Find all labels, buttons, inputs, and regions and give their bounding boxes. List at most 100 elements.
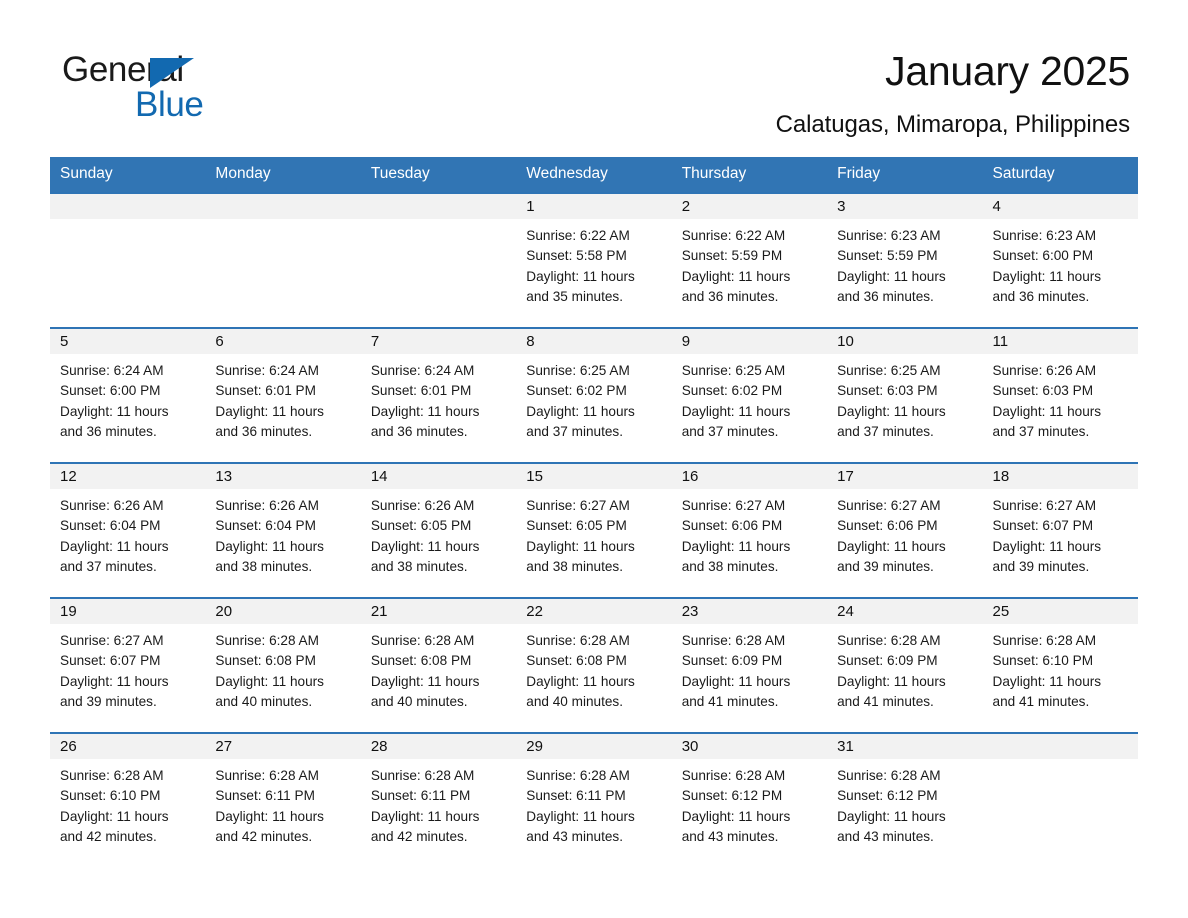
- day-details: Sunrise: 6:27 AM Sunset: 6:05 PM Daylight:…: [516, 489, 671, 577]
- daylight-text-line2: and 40 minutes.: [526, 693, 623, 709]
- sunrise-text: Sunrise: 6:25 AM: [681, 363, 786, 378]
- calendar-table: Sunday Monday Tuesday Wednesday Thursday Frid…: [50, 157, 1138, 868]
- daylight-text-line1: Daylight: 11 hours: [992, 403, 1102, 419]
- calendar-day-cell[interactable]: 27 Sunrise: 6:28 AM Sunset: 6:11 PM Dayligh…: [205, 732, 361, 868]
- calendar-day-cell[interactable]: 1 Sunrise: 6:22 AM Sunset: 5:58 PM Daylight…: [516, 192, 672, 328]
- daylight-text-line1: Daylight: 11 hours: [215, 538, 324, 554]
- daylight-text-line1: Daylight: 11 hours: [60, 538, 169, 554]
- calendar-day-cell[interactable]: 6 Sunrise: 6:24 AM Sunset: 6:01 PM Daylight…: [205, 327, 361, 463]
- sunrise-text: Sunrise: 6:26 AM: [60, 498, 164, 513]
- calendar-page: General Blue January 2025 Calatugas, Mim…: [0, 0, 1188, 918]
- weekday-header-tuesday: Tuesday: [360, 157, 517, 193]
- day-details: Sunrise: 6:28 AM Sunset: 6:10 PM Daylight:…: [983, 624, 1138, 712]
- calendar-day-cell[interactable]: 31 Sunrise: 6:28 AM Sunset: 6:12 PM Dayligh…: [827, 732, 983, 868]
- page-header: General Blue January 2025 Calatugas, Mim…: [0, 0, 1188, 140]
- general-blue-logo[interactable]: General Blue: [58, 44, 288, 122]
- day-number: 30: [671, 734, 828, 759]
- calendar-day-cell[interactable]: 11 Sunrise: 6:26 AM Sunset: 6:03 PM Dayligh…: [982, 327, 1138, 463]
- calendar-day-cell[interactable]: 15 Sunrise: 6:27 AM Sunset: 6:05 PM Dayligh…: [516, 462, 672, 598]
- calendar-day-cell[interactable]: 18 Sunrise: 6:27 AM Sunset: 6:07 PM Dayligh…: [982, 462, 1138, 598]
- day-details: Sunrise: 6:27 AM Sunset: 6:06 PM Daylight:…: [672, 489, 827, 577]
- sunrise-text: Sunrise: 6:27 AM: [60, 633, 164, 648]
- sunrise-text: Sunrise: 6:24 AM: [215, 363, 319, 378]
- calendar-day-cell[interactable]: 5 Sunrise: 6:24 AM Sunset: 6:00 PM Daylight…: [50, 327, 206, 463]
- daylight-text-line1: Daylight: 11 hours: [837, 673, 946, 689]
- calendar-day-cell[interactable]: 9 Sunrise: 6:25 AM Sunset: 6:02 PM Daylight…: [671, 327, 828, 463]
- calendar-day-cell[interactable]: 17 Sunrise: 6:27 AM Sunset: 6:06 PM Dayligh…: [827, 462, 983, 598]
- calendar-day-cell[interactable]: 21 Sunrise: 6:28 AM Sunset: 6:08 PM Dayligh…: [360, 597, 517, 733]
- day-details: Sunrise: 6:28 AM Sunset: 6:11 PM Daylight:…: [205, 759, 360, 847]
- calendar-day-cell[interactable]: 25 Sunrise: 6:28 AM Sunset: 6:10 PM Dayligh…: [982, 597, 1138, 733]
- day-details: Sunrise: 6:27 AM Sunset: 6:06 PM Daylight:…: [827, 489, 982, 577]
- daylight-text-line1: Daylight: 11 hours: [526, 268, 635, 284]
- day-number: 3: [827, 194, 983, 219]
- daylight-text-line2: and 40 minutes.: [215, 693, 313, 709]
- day-number: 7: [360, 329, 517, 354]
- calendar-day-cell[interactable]: 26 Sunrise: 6:28 AM Sunset: 6:10 PM Dayligh…: [50, 732, 206, 868]
- day-number: 12: [50, 464, 206, 489]
- calendar-header-row: Sunday Monday Tuesday Wednesday Thursday Frid…: [50, 157, 1138, 193]
- day-number: [50, 194, 206, 219]
- calendar-day-cell[interactable]: 2 Sunrise: 6:22 AM Sunset: 5:59 PM Daylight…: [671, 192, 828, 328]
- calendar-day-cell[interactable]: 30 Sunrise: 6:28 AM Sunset: 6:12 PM Dayligh…: [671, 732, 828, 868]
- sunrise-text: Sunrise: 6:28 AM: [370, 768, 475, 783]
- calendar-week-row: 26 Sunrise: 6:28 AM Sunset: 6:10 PM Dayligh…: [50, 732, 1138, 868]
- calendar-body: 1 Sunrise: 6:22 AM Sunset: 5:58 PM Daylight…: [50, 192, 1138, 868]
- daylight-text-line1: Daylight: 11 hours: [681, 808, 791, 824]
- calendar-day-cell[interactable]: 20 Sunrise: 6:28 AM Sunset: 6:08 PM Dayligh…: [205, 597, 361, 733]
- day-details: [983, 759, 1138, 766]
- sunset-text: Sunset: 6:04 PM: [60, 518, 161, 534]
- sunset-text: Sunset: 6:05 PM: [526, 518, 627, 534]
- day-number: 8: [516, 329, 672, 354]
- daylight-text-line1: Daylight: 11 hours: [681, 673, 791, 689]
- calendar-day-cell[interactable]: 4 Sunrise: 6:23 AM Sunset: 6:00 PM Daylight…: [982, 192, 1138, 328]
- day-details: Sunrise: 6:27 AM Sunset: 6:07 PM Daylight:…: [983, 489, 1138, 577]
- calendar-week-row: 12 Sunrise: 6:26 AM Sunset: 6:04 PM Dayligh…: [50, 462, 1138, 598]
- sunrise-text: Sunrise: 6:28 AM: [837, 633, 941, 648]
- calendar-day-cell-empty: [50, 192, 206, 328]
- sunset-text: Sunset: 6:09 PM: [837, 653, 938, 669]
- day-number: 27: [205, 734, 361, 759]
- daylight-text-line1: Daylight: 11 hours: [370, 538, 480, 554]
- calendar-day-cell[interactable]: 16 Sunrise: 6:27 AM Sunset: 6:06 PM Dayligh…: [671, 462, 828, 598]
- sunrise-text: Sunrise: 6:28 AM: [60, 768, 164, 783]
- daylight-text-line1: Daylight: 11 hours: [370, 808, 480, 824]
- calendar-day-cell[interactable]: 29 Sunrise: 6:28 AM Sunset: 6:11 PM Dayligh…: [516, 732, 672, 868]
- day-number: 17: [827, 464, 983, 489]
- daylight-text-line2: and 39 minutes.: [837, 558, 934, 574]
- sunset-text: Sunset: 6:10 PM: [992, 653, 1094, 669]
- calendar-day-cell[interactable]: 24 Sunrise: 6:28 AM Sunset: 6:09 PM Dayligh…: [827, 597, 983, 733]
- calendar-day-cell[interactable]: 22 Sunrise: 6:28 AM Sunset: 6:08 PM Dayligh…: [516, 597, 672, 733]
- sunset-text: Sunset: 6:04 PM: [215, 518, 316, 534]
- calendar-day-cell[interactable]: 28 Sunrise: 6:28 AM Sunset: 6:11 PM Dayligh…: [360, 732, 517, 868]
- calendar-container: Sunday Monday Tuesday Wednesday Thursday Frid…: [0, 157, 1188, 868]
- day-details: Sunrise: 6:24 AM Sunset: 6:01 PM Daylight:…: [361, 354, 516, 442]
- calendar-day-cell[interactable]: 8 Sunrise: 6:25 AM Sunset: 6:02 PM Daylight…: [516, 327, 672, 463]
- logo-triangle-icon: [150, 58, 194, 88]
- daylight-text-line2: and 36 minutes.: [992, 288, 1090, 304]
- calendar-day-cell[interactable]: 23 Sunrise: 6:28 AM Sunset: 6:09 PM Dayligh…: [671, 597, 828, 733]
- calendar-day-cell[interactable]: 3 Sunrise: 6:23 AM Sunset: 5:59 PM Daylight…: [827, 192, 983, 328]
- calendar-day-cell[interactable]: 13 Sunrise: 6:26 AM Sunset: 6:04 PM Dayligh…: [205, 462, 361, 598]
- calendar-day-cell-empty: [982, 732, 1138, 868]
- calendar-day-cell[interactable]: 12 Sunrise: 6:26 AM Sunset: 6:04 PM Dayligh…: [50, 462, 206, 598]
- sunset-text: Sunset: 6:00 PM: [992, 248, 1094, 264]
- daylight-text-line1: Daylight: 11 hours: [837, 268, 946, 284]
- sunset-text: Sunset: 6:10 PM: [60, 788, 161, 804]
- weekday-header-wednesday: Wednesday: [516, 157, 672, 193]
- day-details: Sunrise: 6:26 AM Sunset: 6:03 PM Daylight:…: [983, 354, 1138, 442]
- weekday-header-thursday: Thursday: [671, 157, 828, 193]
- sunset-text: Sunset: 6:11 PM: [370, 788, 471, 804]
- sunrise-text: Sunrise: 6:25 AM: [837, 363, 941, 378]
- calendar-day-cell[interactable]: 10 Sunrise: 6:25 AM Sunset: 6:03 PM Dayligh…: [827, 327, 983, 463]
- calendar-day-cell[interactable]: 7 Sunrise: 6:24 AM Sunset: 6:01 PM Daylight…: [360, 327, 517, 463]
- daylight-text-line2: and 35 minutes.: [526, 288, 623, 304]
- daylight-text-line2: and 40 minutes.: [370, 693, 468, 709]
- day-details: Sunrise: 6:28 AM Sunset: 6:08 PM Daylight:…: [361, 624, 516, 712]
- daylight-text-line2: and 36 minutes.: [681, 288, 779, 304]
- sunrise-text: Sunrise: 6:23 AM: [992, 228, 1097, 243]
- weekday-header-monday: Monday: [205, 157, 361, 193]
- calendar-day-cell[interactable]: 19 Sunrise: 6:27 AM Sunset: 6:07 PM Dayligh…: [50, 597, 206, 733]
- day-number: [205, 194, 361, 219]
- calendar-day-cell[interactable]: 14 Sunrise: 6:26 AM Sunset: 6:05 PM Dayligh…: [360, 462, 517, 598]
